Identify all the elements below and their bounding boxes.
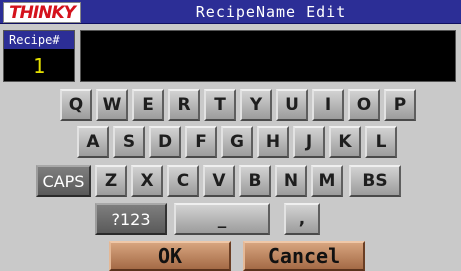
key-u[interactable]: U	[276, 89, 308, 121]
key-v[interactable]: V	[203, 165, 235, 197]
ok-button[interactable]: OK	[109, 241, 231, 271]
key-k[interactable]: K	[329, 126, 361, 158]
recipe-name-field[interactable]	[80, 30, 456, 82]
screen-title: RecipeName Edit	[195, 3, 347, 21]
key-f[interactable]: F	[185, 126, 217, 158]
key-c[interactable]: C	[167, 165, 199, 197]
backspace-key[interactable]: BS	[349, 165, 401, 197]
key-w[interactable]: W	[96, 89, 128, 121]
key-h[interactable]: H	[257, 126, 289, 158]
key-r[interactable]: R	[168, 89, 200, 121]
recipe-number-box: Recipe# 1	[3, 30, 75, 82]
symbols-key[interactable]: ?123	[95, 203, 167, 235]
key-p[interactable]: P	[384, 89, 416, 121]
key-j[interactable]: J	[293, 126, 325, 158]
key-x[interactable]: X	[131, 165, 163, 197]
key-b[interactable]: B	[239, 165, 271, 197]
key-y[interactable]: Y	[240, 89, 272, 121]
key-g[interactable]: G	[221, 126, 253, 158]
recipe-number-label: Recipe#	[4, 31, 74, 49]
cancel-button[interactable]: Cancel	[243, 241, 365, 271]
key-m[interactable]: M	[311, 165, 343, 197]
key-e[interactable]: E	[132, 89, 164, 121]
key-n[interactable]: N	[275, 165, 307, 197]
key-l[interactable]: L	[365, 126, 397, 158]
caps-key[interactable]: CAPS	[36, 165, 91, 197]
key-s[interactable]: S	[113, 126, 145, 158]
key-t[interactable]: T	[204, 89, 236, 121]
comma-key[interactable]: ,	[284, 203, 320, 235]
key-a[interactable]: A	[77, 126, 109, 158]
key-z[interactable]: Z	[95, 165, 127, 197]
key-q[interactable]: Q	[60, 89, 92, 121]
key-o[interactable]: O	[348, 89, 380, 121]
underscore-key[interactable]: _	[174, 203, 270, 235]
recipe-number-value: 1	[32, 54, 46, 78]
thinky-logo: THINKY	[3, 2, 81, 23]
key-i[interactable]: I	[312, 89, 344, 121]
key-d[interactable]: D	[149, 126, 181, 158]
